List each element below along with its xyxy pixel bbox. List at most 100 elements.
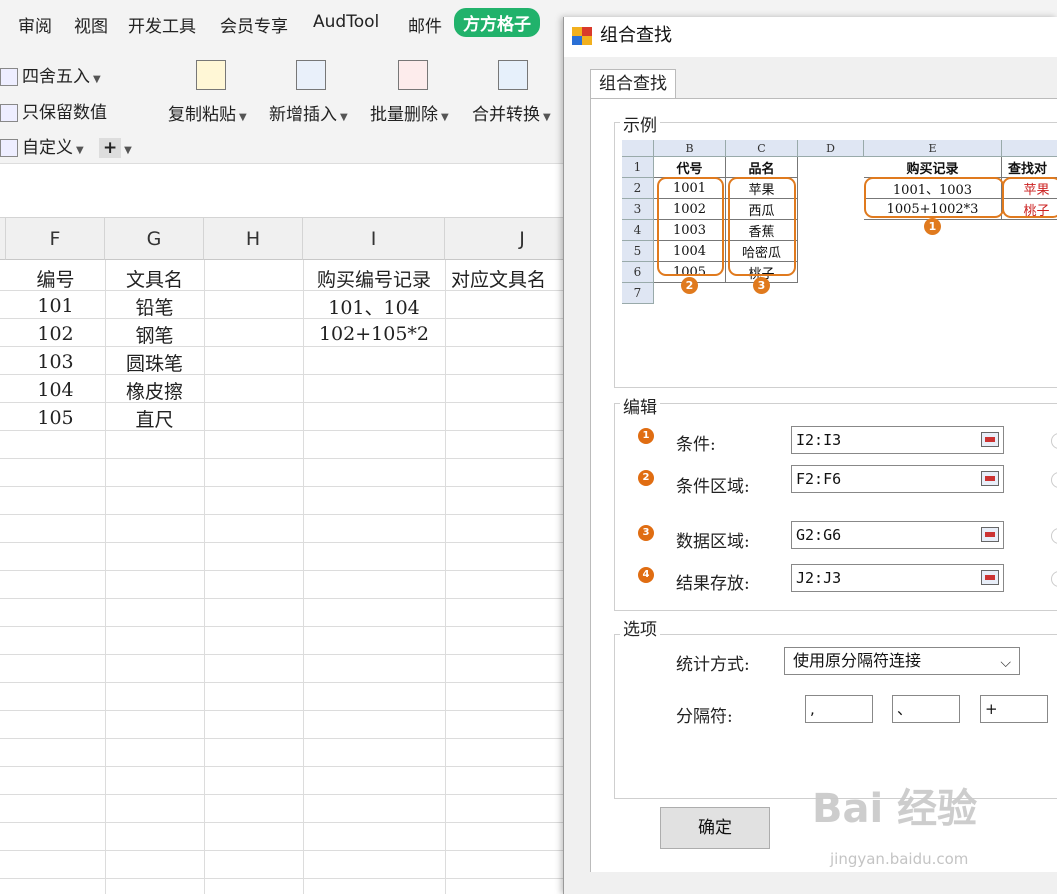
tab-developer[interactable]: 开发工具 [128,12,196,37]
example-row-num: 3 [622,199,654,220]
cell-i1[interactable]: 购买编号记录 [303,264,445,292]
condition-range-value: F2:F6 [796,470,842,488]
chevron-down-icon: ⌵ [1000,655,1011,671]
example-col-b: B [654,140,726,157]
clipboard-icon [196,60,226,90]
example-row-num: 1 [622,157,654,178]
example-corner [622,140,654,157]
insert-icon [296,60,326,90]
highlight-box-e [864,177,1004,218]
keep-values-button[interactable]: 只保留数值 [0,98,107,123]
condition-range-field[interactable]: F2:F6 [791,465,1004,493]
dialog-titlebar[interactable]: 组合查找 [564,17,1057,57]
batch-delete-label: 批量删除 [370,105,438,125]
example-col-d: D [798,140,864,157]
cell-g1[interactable]: 文具名 [105,264,204,292]
data-range-field[interactable]: G2:G6 [791,521,1004,549]
gridline [0,878,600,879]
range-picker-icon[interactable] [981,471,999,486]
example-cell: 品名 [726,157,798,178]
gridline [0,682,600,683]
cell-g6[interactable]: 直尺 [105,404,204,432]
watermark-url: jingyan.baidu.com [830,850,969,868]
insert-button[interactable]: 新增插入 ▼ [269,100,348,125]
badge-2: 2 [681,277,698,294]
merge-convert-button[interactable]: 合并转换 ▼ [472,100,551,125]
gridline [0,458,600,459]
gridline [0,570,600,571]
cell-i2[interactable]: 101、104 [303,292,445,320]
cell-f3[interactable]: 102 [6,320,105,348]
edit-group-label: 编辑 [620,393,660,418]
col-header-h[interactable]: H [204,218,303,260]
spreadsheet[interactable]: F G H I J 编号 文具名 购买编号记录 对应文具名 101 铅笔 101… [0,218,600,894]
badge-3: 3 [753,277,770,294]
gridline [0,626,600,627]
separator-input-2[interactable]: 、 [892,695,960,723]
col-header-i[interactable]: I [303,218,445,260]
condition-field[interactable]: I2:I3 [791,426,1004,454]
data-range-label: 数据区域: [676,532,750,552]
gridline [0,710,600,711]
tab-mail[interactable]: 邮件 [408,12,442,37]
dialog-title: 组合查找 [600,25,672,46]
cell-g5[interactable]: 橡皮擦 [105,376,204,404]
merge-convert-label: 合并转换 [472,105,540,125]
tab-view[interactable]: 视图 [74,12,108,37]
cell-j1[interactable]: 对应文具名 [445,264,563,292]
ok-button[interactable]: 确定 [660,807,770,849]
example-col-c: C [726,140,798,157]
condition-label: 条件: [676,435,716,455]
round-button[interactable]: 四舍五入 ▼ [0,62,101,87]
cell-f5[interactable]: 104 [6,376,105,404]
result-field[interactable]: J2:J3 [791,564,1004,592]
cell-g3[interactable]: 钢笔 [105,320,204,348]
condition-range-label: 条件区域: [676,477,750,497]
cell-f6[interactable]: 105 [6,404,105,432]
separator-input-1[interactable]: , [805,695,873,723]
range-picker-icon[interactable] [981,527,999,542]
gridline [0,766,600,767]
keep-values-label: 只保留数值 [22,103,107,123]
cell-f2[interactable]: 101 [6,292,105,320]
copy-paste-button[interactable]: 复制粘贴 ▼ [168,100,247,125]
round-label: 四舍五入 [22,67,90,87]
col-header-f[interactable]: F [6,218,105,260]
delete-icon [398,60,428,90]
stat-method-value: 使用原分隔符连接 [793,651,922,670]
cell-g4[interactable]: 圆珠笔 [105,348,204,376]
tab-combo-lookup[interactable]: 组合查找 [590,69,676,99]
batch-delete-button[interactable]: 批量删除 ▼ [370,100,449,125]
gridline [0,738,600,739]
cell-f4[interactable]: 103 [6,348,105,376]
stat-method-select[interactable]: 使用原分隔符连接 ⌵ [784,647,1020,675]
separator-input-3[interactable]: + [980,695,1048,723]
example-row-num: 2 [622,178,654,199]
highlight-box-b [657,177,724,276]
tab-member[interactable]: 会员专享 [220,12,288,37]
cell-i3[interactable]: 102+105*2 [303,320,445,348]
formula-bar[interactable] [0,165,600,218]
cell-g2[interactable]: 铅笔 [105,292,204,320]
step-3-icon: 3 [638,525,654,541]
col-header-g[interactable]: G [105,218,204,260]
example-col-f [1002,140,1057,157]
gridline [0,850,600,851]
example-row-num: 6 [622,262,654,283]
stat-method-label: 统计方式: [676,655,750,675]
gridline [0,822,600,823]
tab-ffcell[interactable]: 方方格子 [454,8,540,37]
gridline [0,514,600,515]
copy-paste-label: 复制粘贴 [168,105,236,125]
tab-audtool[interactable]: AudTool [313,12,379,32]
tab-review[interactable]: 审阅 [18,12,52,37]
example-row-num: 7 [622,283,654,304]
example-group-label: 示例 [620,111,660,136]
range-picker-icon[interactable] [981,432,999,447]
cell-f1[interactable]: 编号 [6,264,105,292]
plus-icon[interactable]: + [99,138,122,158]
result-value: J2:J3 [796,569,842,587]
custom-label: 自定义 [22,138,73,158]
custom-button[interactable]: 自定义 ▼ + ▼ [0,133,132,158]
range-picker-icon[interactable] [981,570,999,585]
